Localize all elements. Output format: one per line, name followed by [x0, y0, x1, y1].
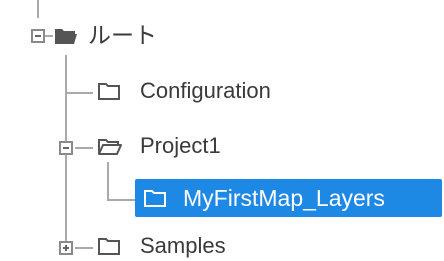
- folder-open-outline-icon: [97, 136, 123, 163]
- folder-outline-icon: [97, 235, 121, 261]
- tree-item-myfirstmap-layers[interactable]: MyFirstMap_Layers: [183, 187, 385, 210]
- tree-connector: [65, 92, 93, 94]
- tree-connector: [75, 247, 93, 249]
- project1-collapse-toggle[interactable]: [59, 141, 73, 155]
- folder-outline-icon: [97, 80, 121, 107]
- tree-item-samples[interactable]: Samples: [140, 235, 226, 257]
- folder-tree: ルート Configuration Project1 MyFirstMap_La…: [0, 0, 444, 261]
- tree-connector: [107, 199, 135, 201]
- tree-connector: [107, 162, 109, 200]
- tree-item-selected-highlight[interactable]: MyFirstMap_Layers: [135, 179, 442, 217]
- tree-item-configuration[interactable]: Configuration: [140, 80, 271, 102]
- samples-expand-toggle[interactable]: [59, 241, 73, 255]
- folder-filled-icon: [54, 26, 78, 51]
- tree-item-project1[interactable]: Project1: [140, 135, 221, 157]
- root-collapse-toggle[interactable]: [31, 29, 45, 43]
- tree-connector: [75, 147, 93, 149]
- root-label[interactable]: ルート: [88, 24, 157, 47]
- tree-connector: [37, 0, 39, 18]
- tree-connector: [45, 35, 53, 37]
- folder-outline-icon: [143, 187, 167, 214]
